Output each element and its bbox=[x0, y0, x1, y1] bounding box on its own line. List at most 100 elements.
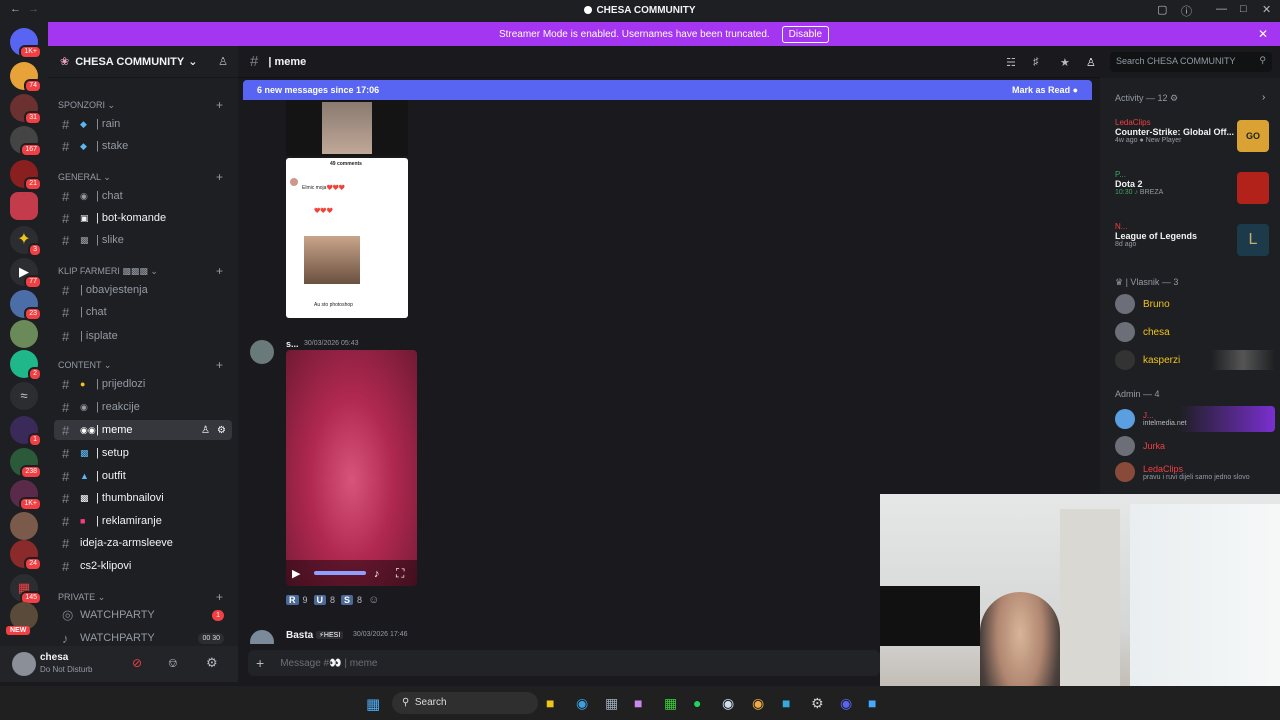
category-private[interactable]: PRIVATE ⌄ + bbox=[58, 590, 223, 604]
channel-watchparty-1[interactable]: ◎ WATCHPARTY 1 bbox=[54, 605, 232, 625]
message-author[interactable]: s... bbox=[286, 339, 299, 349]
file-explorer-icon[interactable]: ■ bbox=[546, 695, 554, 711]
invite-icon[interactable]: ♙ bbox=[201, 425, 210, 436]
image-attachment[interactable] bbox=[286, 100, 408, 156]
windows-start-icon[interactable]: ▦ bbox=[366, 695, 380, 713]
server-icon[interactable]: 23 bbox=[10, 290, 42, 321]
category-general[interactable]: GENERAL ⌄ + bbox=[58, 170, 223, 184]
app-icon[interactable]: ■ bbox=[782, 695, 790, 711]
member-list-icon[interactable]: ♙ bbox=[1086, 56, 1096, 69]
channel-obavjestenja[interactable]: # | obavjestenja bbox=[54, 280, 232, 300]
volume-icon[interactable]: ♪ bbox=[374, 568, 380, 580]
minimize-icon[interactable]: — bbox=[1216, 3, 1227, 15]
server-icon[interactable] bbox=[10, 192, 38, 220]
channel-setup[interactable]: # ▩ | setup bbox=[54, 443, 232, 463]
threads-icon[interactable]: ☵ bbox=[1006, 56, 1016, 69]
taskbar-search[interactable]: ⚲ Search bbox=[392, 692, 538, 714]
server-icon[interactable] bbox=[10, 320, 38, 348]
member-item[interactable]: Bruno bbox=[1115, 294, 1170, 314]
reaction[interactable]: R9 bbox=[286, 594, 308, 606]
channel-bot-komande[interactable]: # ▣ | bot-komande bbox=[54, 208, 232, 228]
member-item[interactable]: chesa bbox=[1115, 322, 1170, 342]
channel-isplate[interactable]: # | isplate bbox=[54, 326, 232, 346]
headphones-icon[interactable]: ⎊ bbox=[168, 656, 178, 671]
category-sponzori[interactable]: SPONZORI ⌄ + bbox=[58, 98, 223, 112]
add-attachment-icon[interactable]: + bbox=[256, 655, 264, 671]
comments-screenshot[interactable]: 49 comments Elmic moja❤️❤️❤️ ❤️❤️❤️ Au s… bbox=[286, 158, 408, 318]
xbox-icon[interactable]: ▦ bbox=[664, 695, 677, 712]
avatar[interactable] bbox=[12, 652, 36, 676]
channel-stake[interactable]: # ◆ | stake bbox=[54, 136, 232, 156]
video-attachment[interactable]: ▶ ♪ ⛶ bbox=[286, 350, 417, 586]
chrome-icon[interactable]: ◉ bbox=[752, 695, 764, 712]
channel-cs2-klipovi[interactable]: # cs2-klipovi bbox=[54, 556, 232, 576]
store-icon[interactable]: ▦ bbox=[605, 695, 618, 712]
member-item[interactable]: J... intelmedia.net bbox=[1115, 406, 1275, 432]
user-settings-gear-icon[interactable]: ⚙ bbox=[206, 655, 218, 671]
avatar[interactable] bbox=[250, 630, 274, 644]
add-channel-icon[interactable]: + bbox=[216, 590, 223, 604]
channel-chat[interactable]: # ◉ | chat bbox=[54, 186, 232, 206]
channel-reklamiranje[interactable]: # ■ | reklamiranje bbox=[54, 511, 232, 531]
channel-prijedlozi[interactable]: # ● | prijedlozi bbox=[54, 374, 232, 394]
reaction[interactable]: U8 bbox=[313, 594, 335, 606]
server-icon[interactable] bbox=[10, 512, 38, 540]
member-item[interactable]: kasperzi bbox=[1115, 350, 1275, 370]
activity-header[interactable]: Activity — 12 ⚙ bbox=[1115, 93, 1178, 104]
pin-icon[interactable]: ★ bbox=[1060, 56, 1070, 69]
server-header[interactable]: ❀ CHESA COMMUNITY ⌄ ♙ bbox=[48, 46, 238, 78]
mark-as-read-button[interactable]: Mark as Read ● bbox=[1012, 85, 1078, 95]
search-input[interactable]: Search CHESA COMMUNITY ⚲ bbox=[1110, 52, 1272, 72]
server-home[interactable]: 1K+ bbox=[10, 28, 42, 59]
add-reaction-icon[interactable]: ☺ bbox=[368, 594, 379, 606]
server-icon[interactable]: 74 bbox=[10, 62, 42, 93]
steam-icon[interactable]: ◉ bbox=[722, 695, 734, 712]
help-icon[interactable]: ⓘ bbox=[1181, 3, 1192, 19]
server-icon[interactable]: ▶ 77 bbox=[10, 258, 42, 289]
server-icon[interactable]: ▦ 145 bbox=[10, 574, 42, 605]
play-icon[interactable]: ▶ bbox=[292, 567, 300, 580]
gear-icon[interactable]: ⚙ bbox=[217, 425, 226, 436]
message-input[interactable]: Message #👀 | meme bbox=[280, 658, 377, 669]
category-content[interactable]: CONTENT ⌄ + bbox=[58, 358, 223, 372]
inbox-icon[interactable]: ▢ bbox=[1157, 3, 1167, 16]
channel-slike[interactable]: # ▩ | slike bbox=[54, 230, 232, 250]
server-icon[interactable]: 167 bbox=[10, 126, 42, 157]
category-klip-farmeri[interactable]: KLIP FARMERI ▩▩▩ ⌄ + bbox=[58, 264, 223, 278]
activity-card[interactable]: N... League of Legends 8d ago L bbox=[1115, 222, 1275, 256]
server-icon[interactable]: 238 bbox=[10, 448, 42, 479]
fullscreen-icon[interactable]: ⛶ bbox=[396, 566, 404, 581]
channel-thumbnailovi[interactable]: # ▩ | thumbnailovi bbox=[54, 488, 232, 508]
message-composer[interactable]: + Message #👀 | meme bbox=[248, 650, 880, 676]
server-icon[interactable]: 1 bbox=[10, 416, 42, 447]
maximize-icon[interactable]: □ bbox=[1240, 3, 1247, 15]
add-channel-icon[interactable]: + bbox=[216, 98, 223, 112]
activity-card[interactable]: LedaClips Counter-Strike: Global Off... … bbox=[1115, 118, 1275, 152]
edge-icon[interactable]: ◉ bbox=[576, 695, 588, 712]
video-progress-bar[interactable] bbox=[314, 571, 366, 575]
avatar[interactable] bbox=[250, 340, 274, 364]
new-messages-bar[interactable]: 6 new messages since 17:06 Mark as Read … bbox=[243, 80, 1092, 100]
app-icon[interactable]: ■ bbox=[868, 695, 876, 711]
server-icon[interactable]: 24 bbox=[10, 540, 42, 571]
server-icon[interactable]: ✦ 3 bbox=[10, 226, 42, 257]
channel-outfit[interactable]: # ▲ | outfit bbox=[54, 466, 232, 486]
close-window-icon[interactable]: ✕ bbox=[1262, 3, 1271, 16]
reaction[interactable]: S8 bbox=[341, 594, 362, 606]
channel-meme[interactable]: # ◉◉ | meme ♙ ⚙ bbox=[54, 420, 232, 440]
app-icon[interactable]: ■ bbox=[634, 695, 642, 711]
channel-reakcije[interactable]: # ◉ | reakcije bbox=[54, 397, 232, 417]
server-icon[interactable]: 2 bbox=[10, 350, 42, 381]
add-channel-icon[interactable]: + bbox=[216, 358, 223, 372]
member-item[interactable]: LedaClips pravu i ruvi dijeli samo jedno … bbox=[1115, 462, 1275, 482]
discord-icon[interactable]: ◉ bbox=[840, 695, 852, 712]
server-icon[interactable]: ≈ bbox=[10, 382, 38, 410]
add-friend-icon[interactable]: ♙ bbox=[218, 55, 228, 68]
member-item[interactable]: Jurka bbox=[1115, 436, 1165, 456]
chevron-right-icon[interactable]: › bbox=[1262, 92, 1265, 103]
server-icon[interactable]: 21 bbox=[10, 160, 42, 191]
channel-chat-2[interactable]: # | chat bbox=[54, 302, 232, 322]
message-author[interactable]: Basta bbox=[286, 630, 313, 641]
server-icon[interactable]: 1K+ bbox=[10, 480, 42, 511]
channel-rain[interactable]: # ◆ | rain bbox=[54, 114, 232, 134]
